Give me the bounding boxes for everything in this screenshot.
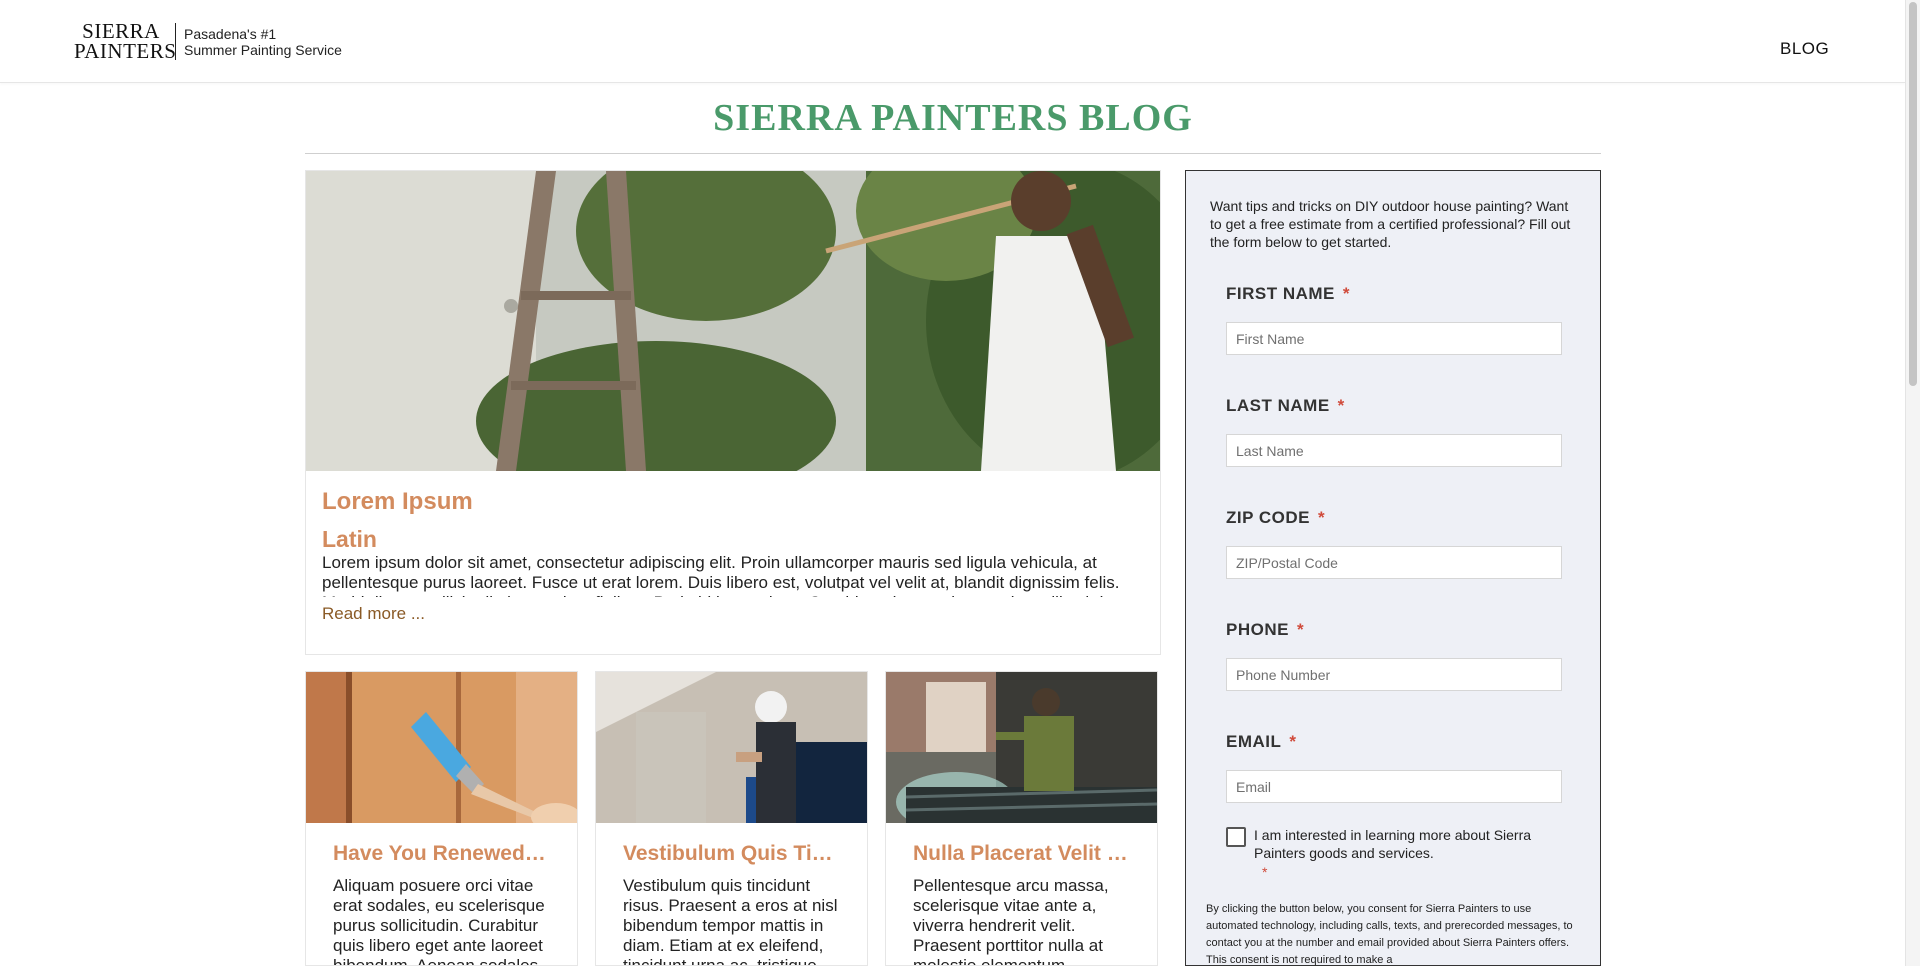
checkbox-required-marker: *: [1262, 864, 1268, 880]
tagline-line-1: Pasadena's #1: [184, 26, 277, 42]
post-card[interactable]: Vestibulum Quis Tin... Vestibulum quis t…: [595, 671, 868, 966]
zip-code-label-text: ZIP CODE: [1226, 508, 1310, 527]
first-name-input[interactable]: [1226, 322, 1562, 355]
first-name-label-text: FIRST NAME: [1226, 284, 1335, 303]
post-card-image[interactable]: [306, 672, 577, 823]
nav-blog-link[interactable]: BLOG: [1780, 39, 1829, 59]
painter-at-door-photo: [596, 672, 867, 823]
zip-code-input[interactable]: [1226, 546, 1562, 579]
paintbrush-on-wood-photo: [306, 672, 577, 823]
post-card-excerpt: Pellentesque arcu massa, scelerisque vit…: [913, 876, 1109, 966]
phone-input[interactable]: [1226, 658, 1562, 691]
featured-post-title[interactable]: Lorem Ipsum: [322, 487, 1144, 517]
form-intro-text: Want tips and tricks on DIY outdoor hous…: [1210, 198, 1571, 250]
required-marker: *: [1337, 396, 1345, 415]
interest-checkbox[interactable]: [1226, 827, 1246, 847]
last-name-label-text: LAST NAME: [1226, 396, 1330, 415]
scrollbar-thumb[interactable]: [1909, 2, 1917, 386]
featured-post-excerpt: Lorem ipsum dolor sit amet, consectetur …: [322, 553, 1135, 597]
email-label: EMAIL *: [1226, 732, 1297, 752]
required-marker: *: [1342, 284, 1351, 303]
post-card[interactable]: Nulla Placerat Velit C... Pellentesque a…: [885, 671, 1158, 966]
sierra-painters-logo[interactable]: SIERRA PAINTERS: [74, 19, 177, 63]
painter-on-ladder-photo: [306, 171, 1160, 471]
consent-text: By clicking the button below, you consen…: [1206, 903, 1573, 966]
page-title: SIERRA PAINTERS BLOG: [713, 97, 1193, 139]
tagline: Pasadena's #1 Summer Painting Service: [184, 26, 342, 58]
phone-label-text: PHONE: [1226, 620, 1289, 639]
featured-post-image[interactable]: [306, 171, 1160, 471]
required-marker: *: [1317, 508, 1326, 527]
post-card[interactable]: Have You Renewed Y... Aliquam posuere or…: [305, 671, 578, 966]
logo-divider: [175, 23, 176, 60]
last-name-label: LAST NAME *: [1226, 396, 1345, 416]
post-card-excerpt: Aliquam posuere orci vitae erat sodales,…: [333, 876, 545, 966]
phone-label: PHONE *: [1226, 620, 1304, 640]
email-label-text: EMAIL: [1226, 732, 1282, 751]
email-input[interactable]: [1226, 770, 1562, 803]
featured-post-body: Lorem Ipsum Latin Lorem ipsum dolor sit …: [322, 487, 1144, 624]
required-marker: *: [1296, 620, 1305, 639]
first-name-label: FIRST NAME *: [1226, 284, 1350, 304]
tagline-line-2: Summer Painting Service: [184, 42, 342, 58]
featured-post: Lorem Ipsum Latin Lorem ipsum dolor sit …: [305, 170, 1161, 655]
post-card-title[interactable]: Vestibulum Quis Tin...: [623, 842, 838, 866]
post-card-title[interactable]: Have You Renewed Y...: [333, 842, 548, 866]
post-card-title[interactable]: Nulla Placerat Velit C...: [913, 842, 1128, 866]
title-divider: [305, 153, 1601, 154]
zip-code-label: ZIP CODE *: [1226, 508, 1325, 528]
required-marker: *: [1289, 732, 1297, 751]
interest-checkbox-label[interactable]: I am interested in learning more about S…: [1254, 826, 1554, 862]
page-scrollbar[interactable]: [1905, 0, 1920, 966]
spray-painter-photo: [886, 672, 1157, 823]
estimate-form: Want tips and tricks on DIY outdoor hous…: [1185, 170, 1601, 966]
logo-line-1: SIERRA: [82, 19, 160, 43]
featured-post-category[interactable]: Latin: [322, 525, 1144, 553]
post-card-image[interactable]: [886, 672, 1157, 823]
post-card-excerpt: Vestibulum quis tincidunt risus. Praesen…: [623, 876, 838, 966]
last-name-input[interactable]: [1226, 434, 1562, 467]
logo-line-2: PAINTERS: [74, 39, 177, 63]
post-card-image[interactable]: [596, 672, 867, 823]
read-more-link[interactable]: Read more ...: [322, 604, 425, 624]
site-header: SIERRA PAINTERS Pasadena's #1 Summer Pai…: [0, 0, 1905, 83]
